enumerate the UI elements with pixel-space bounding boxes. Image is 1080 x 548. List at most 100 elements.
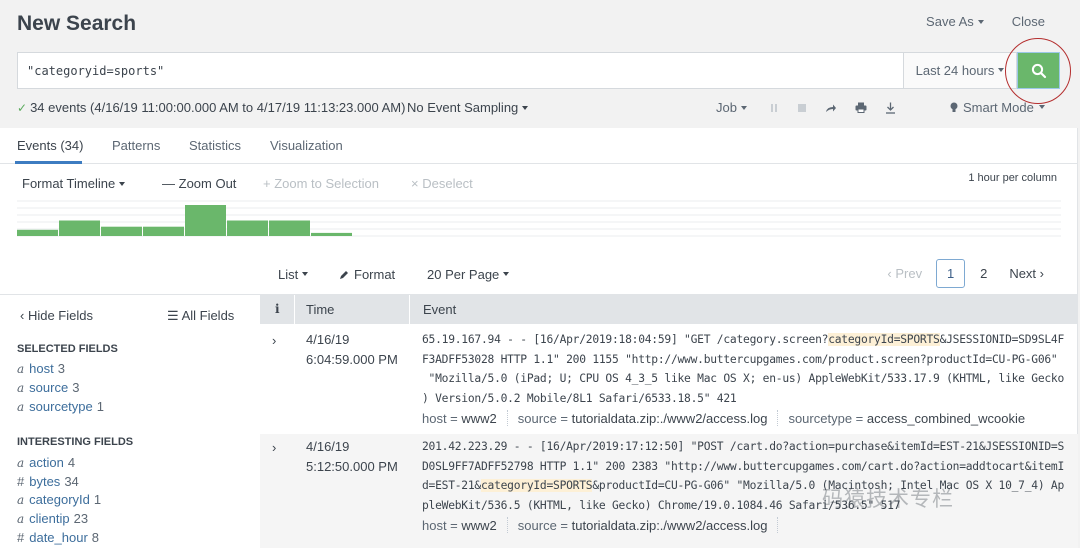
string-type-icon: a <box>17 512 25 526</box>
field-sourcetype[interactable]: a sourcetype 1 <box>17 399 104 414</box>
search-mode-dropdown[interactable]: Smart Mode <box>950 100 1045 115</box>
time-column-header[interactable]: Time <box>306 302 334 317</box>
hide-fields-button[interactable]: ‹ Hide Fields <box>20 308 93 323</box>
number-type-icon: # <box>17 530 25 545</box>
prev-page-button[interactable]: ‹ Prev <box>887 266 922 281</box>
field-date-hour[interactable]: # date_hour 8 <box>17 530 99 545</box>
per-page-dropdown[interactable]: 20 Per Page <box>427 267 510 282</box>
chevron-left-icon: ‹ <box>20 308 28 323</box>
job-toolbar: Job <box>716 100 896 115</box>
check-icon: ✓ <box>17 100 28 115</box>
event-sampling-dropdown[interactable]: No Event Sampling <box>407 100 529 115</box>
timeline-bar[interactable] <box>311 232 352 236</box>
lightbulb-icon <box>950 102 958 112</box>
job-menu[interactable]: Job <box>716 100 747 115</box>
raw-event-text[interactable]: 65.19.167.94 - - [16/Apr/2019:18:04:59] … <box>422 330 1067 408</box>
pause-button[interactable] <box>769 103 779 113</box>
host-field-value[interactable]: host = www2 <box>422 518 497 533</box>
string-type-icon: a <box>17 456 25 470</box>
source-field-value[interactable]: source = tutorialdata.zip:./www2/access.… <box>518 518 768 533</box>
event-field-summary: host = www2 source = tutorialdata.zip:./… <box>422 517 788 533</box>
number-type-icon: # <box>17 474 25 489</box>
stop-button[interactable] <box>797 103 807 113</box>
search-term-highlight[interactable]: categoryId=SPORTS <box>480 479 593 492</box>
timeline-bar[interactable] <box>59 220 100 237</box>
stop-icon <box>797 103 806 112</box>
caret-down-icon <box>522 105 529 110</box>
search-bar: Last 24 hours <box>17 52 1017 89</box>
events-table: i Time Event › 4/16/19 6:04:59.000 PM 65… <box>260 294 1078 548</box>
tab-visualization[interactable]: Visualization <box>270 138 343 153</box>
caret-down-icon <box>977 19 984 24</box>
timeline-bar[interactable] <box>227 220 268 237</box>
expand-event-button[interactable]: › <box>272 333 276 348</box>
search-icon <box>1031 63 1046 78</box>
event-time[interactable]: 4/16/19 5:12:50.000 PM <box>306 437 398 477</box>
timeline-bar[interactable] <box>101 226 142 236</box>
timeline-bar[interactable] <box>269 220 310 237</box>
save-as-menu[interactable]: Save As <box>926 14 984 29</box>
caret-down-icon <box>998 67 1005 72</box>
close-button[interactable]: Close <box>1012 14 1045 29</box>
zoom-to-selection-button[interactable]: + Zoom to Selection <box>263 176 379 191</box>
zoom-out-button[interactable]: — Zoom Out <box>162 176 236 191</box>
event-timeline-histogram[interactable] <box>17 200 1061 238</box>
all-fields-button[interactable]: ☰ All Fields <box>167 308 234 324</box>
caret-down-icon <box>503 271 510 276</box>
minus-icon: — <box>162 176 179 191</box>
field-action[interactable]: a action 4 <box>17 455 75 470</box>
download-icon <box>885 102 895 114</box>
plus-icon: + <box>263 176 275 191</box>
format-button[interactable]: Format <box>339 267 395 282</box>
time-range-picker[interactable]: Last 24 hours <box>903 53 1016 88</box>
tab-events[interactable]: Events (34) <box>17 138 83 153</box>
next-page-button[interactable]: Next › <box>1009 266 1044 281</box>
print-icon <box>855 102 867 113</box>
timeline-bar[interactable] <box>143 226 184 236</box>
separator <box>777 410 779 426</box>
column-divider <box>294 295 295 325</box>
page-2-button[interactable]: 2 <box>980 266 987 281</box>
field-categoryid[interactable]: a categoryId 1 <box>17 492 101 507</box>
caret-down-icon <box>1038 104 1045 109</box>
field-host[interactable]: a host 3 <box>17 361 65 376</box>
results-tabs: Events (34) Patterns Statistics Visualiz… <box>0 128 1077 164</box>
timeline-bar[interactable] <box>185 205 226 236</box>
field-clientip[interactable]: a clientip 23 <box>17 511 88 526</box>
info-column-header: i <box>275 302 280 316</box>
format-timeline-menu[interactable]: Format Timeline <box>22 176 126 191</box>
list-icon: ☰ <box>167 308 182 323</box>
timeline-bar[interactable] <box>17 229 58 236</box>
top-actions: Save As Close <box>926 14 1045 29</box>
active-tab-indicator <box>15 161 82 164</box>
table-row: › 4/16/19 6:04:59.000 PM 65.19.167.94 - … <box>260 324 1078 434</box>
caret-down-icon <box>302 271 309 276</box>
tab-patterns[interactable]: Patterns <box>112 138 160 153</box>
export-button[interactable] <box>885 102 896 114</box>
field-source[interactable]: a source 3 <box>17 380 79 395</box>
share-button[interactable] <box>825 103 837 113</box>
pagination: ‹ Prev 1 2 Next › <box>887 259 1044 288</box>
search-term-highlight[interactable]: categoryId=SPORTS <box>828 333 940 346</box>
search-input[interactable] <box>18 53 903 88</box>
expand-event-button[interactable]: › <box>272 440 276 455</box>
search-button[interactable] <box>1017 52 1060 89</box>
source-field-value[interactable]: source = tutorialdata.zip:./www2/access.… <box>518 411 768 426</box>
deselect-button[interactable]: × Deselect <box>411 176 473 191</box>
field-bytes[interactable]: # bytes 34 <box>17 474 79 489</box>
caret-down-icon <box>740 105 747 110</box>
pencil-icon <box>340 270 348 279</box>
x-icon: × <box>411 176 423 191</box>
event-time[interactable]: 4/16/19 6:04:59.000 PM <box>306 330 398 370</box>
separator <box>506 517 508 533</box>
print-button[interactable] <box>855 102 867 113</box>
host-field-value[interactable]: host = www2 <box>422 411 497 426</box>
tab-statistics[interactable]: Statistics <box>189 138 241 153</box>
raw-event-text[interactable]: 201.42.223.29 - - [16/Apr/2019:17:12:50]… <box>422 437 1067 515</box>
event-column-header: Event <box>423 302 457 317</box>
sourcetype-field-value[interactable]: sourcetype = access_combined_wcookie <box>788 411 1025 426</box>
list-view-dropdown[interactable]: List <box>278 267 309 282</box>
watermark: 码猿技术专栏 <box>822 488 954 511</box>
page-1-button[interactable]: 1 <box>936 259 966 288</box>
pause-icon <box>770 103 777 112</box>
